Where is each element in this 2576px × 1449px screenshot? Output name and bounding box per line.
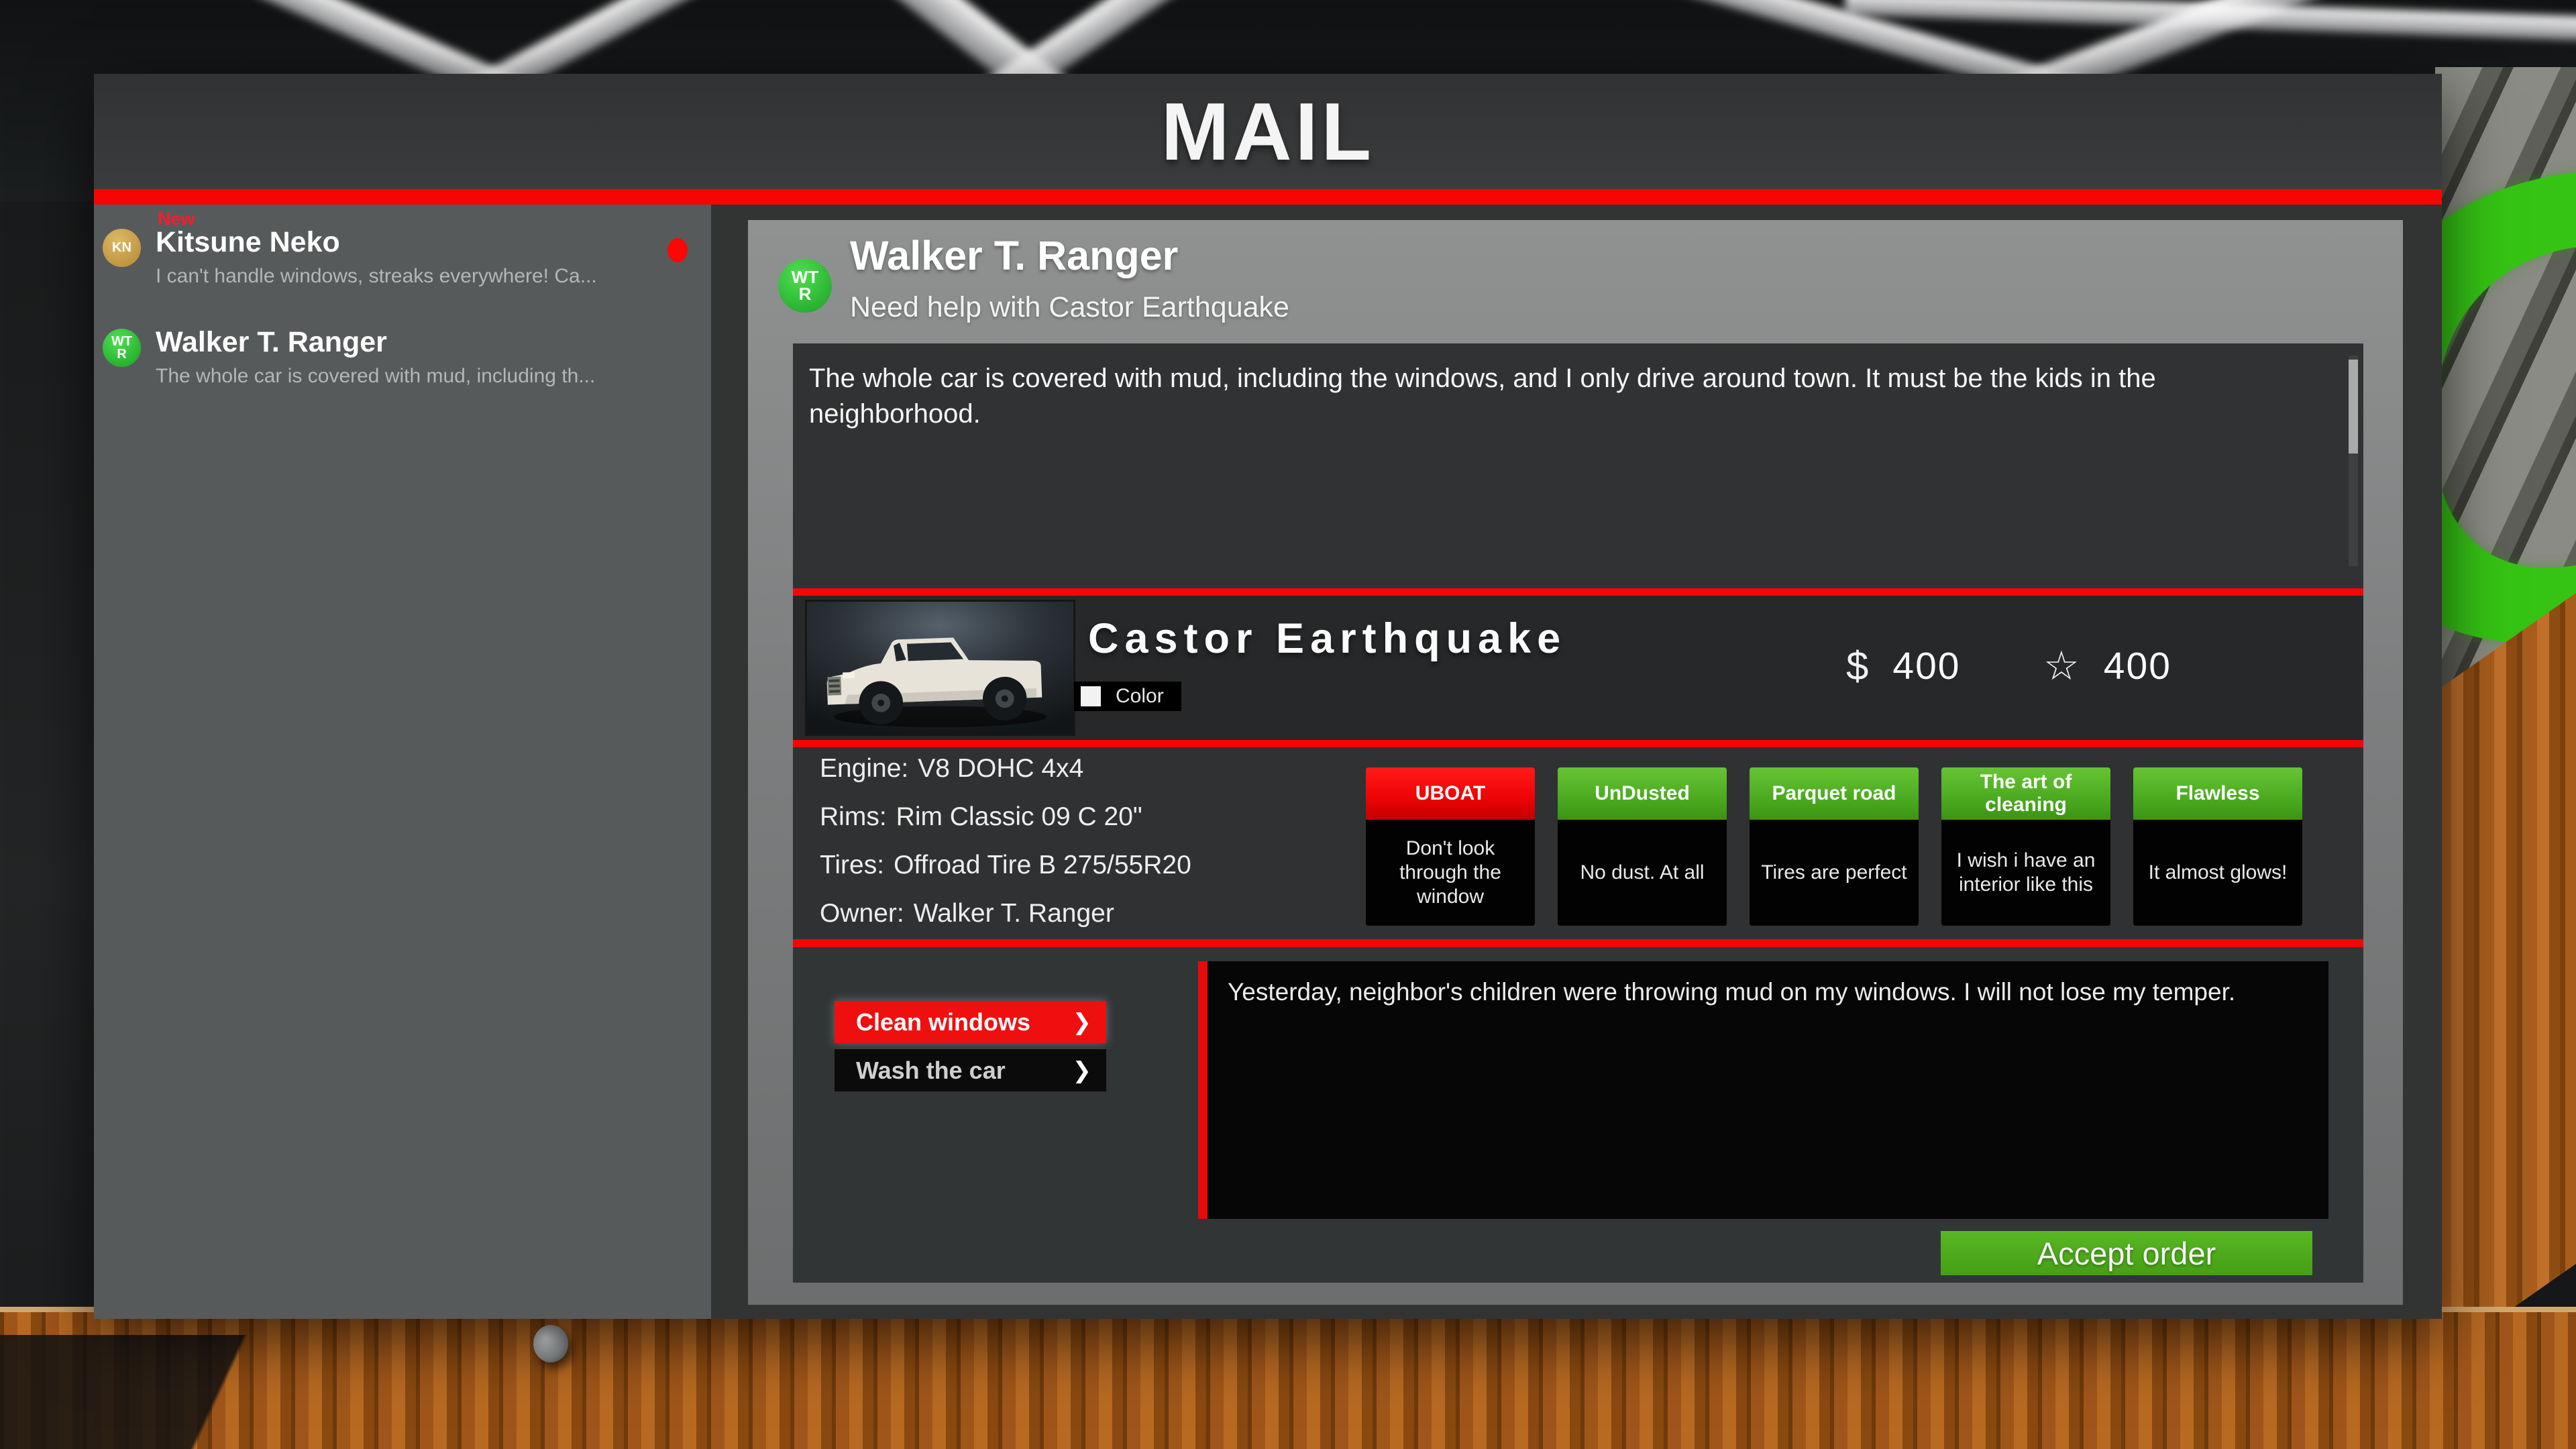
- price-reputation: ☆ 400: [2043, 643, 2171, 690]
- spec-tires: Tires: Offroad Tire B 275/55R20: [820, 851, 1191, 879]
- color-chip: Color: [1074, 682, 1181, 711]
- background-wall-left: [0, 201, 101, 1342]
- note-text: Yesterday, neighbor's children were thro…: [1228, 978, 2236, 1006]
- spec-engine: Engine: V8 DOHC 4x4: [820, 754, 1084, 783]
- chevron-right-icon: ❯: [1072, 1009, 1092, 1035]
- car-specs: Engine: V8 DOHC 4x4 Rims: Rim Classic 09 C…: [820, 754, 1191, 947]
- avatar: KN: [103, 229, 141, 267]
- avatar-initials: WT R: [111, 333, 133, 362]
- cabinet-knob: [533, 1325, 568, 1362]
- task-list: Clean windows ❯ Wash the car ❯: [835, 1001, 1106, 1097]
- scrollbar[interactable]: [2349, 356, 2358, 566]
- perk-badge-art-of-cleaning: The art of cleaning I wish i have an int…: [1941, 767, 2110, 926]
- wood-cabinet-bottom: [0, 1307, 2576, 1449]
- mail-window: MAIL New KN Kitsune Neko I can't handle …: [94, 74, 2442, 1319]
- detail-subject: Need help with Castor Earthquake: [850, 291, 1289, 323]
- task-clean-windows-button[interactable]: Clean windows ❯: [835, 1001, 1106, 1043]
- color-label: Color: [1116, 685, 1164, 707]
- unread-dot-icon: [667, 238, 688, 262]
- star-icon: ☆: [2043, 643, 2080, 688]
- email-preview: I can't handle windows, streaks everywhe…: [156, 265, 597, 287]
- scrollbar-thumb[interactable]: [2349, 360, 2358, 453]
- main-area: WT R Walker T. Ranger Need help with Cas…: [711, 205, 2442, 1319]
- price-value: 400: [1892, 644, 1961, 688]
- car-details-row: Engine: V8 DOHC 4x4 Rims: Rim Classic 09 C…: [793, 747, 2363, 939]
- email-list: New KN Kitsune Neko I can't handle windo…: [94, 205, 711, 1319]
- message-body: The whole car is covered with mud, inclu…: [793, 343, 2363, 578]
- car-image: [805, 600, 1075, 736]
- avatar-initials: KN: [112, 240, 131, 255]
- accept-order-button[interactable]: Accept order: [1941, 1231, 2312, 1275]
- avatar-initials: WT R: [791, 267, 819, 304]
- email-list-item-walker-t-ranger[interactable]: WT R Walker T. Ranger The whole car is c…: [94, 309, 711, 409]
- perk-badge-undusted: UnDusted No dust. At all: [1558, 767, 1727, 926]
- screen: G MAIL New KN Kitsune Neko I can't handl…: [0, 0, 2576, 1449]
- shadow: [0, 1335, 349, 1449]
- email-detail-panel: WT R Walker T. Ranger Need help with Cas…: [748, 220, 2403, 1305]
- tasks-area: Clean windows ❯ Wash the car ❯ Yesterday…: [793, 947, 2363, 1283]
- pickup-truck-illustration: [807, 602, 1073, 734]
- message-text: The whole car is covered with mud, inclu…: [809, 364, 2156, 429]
- section-divider: [793, 939, 2363, 947]
- color-swatch-icon: [1081, 686, 1101, 706]
- perk-badge-uboat: UBOAT Don't look through the window: [1366, 767, 1535, 926]
- chevron-right-icon: ❯: [1072, 1057, 1092, 1083]
- perk-badge-parquet-road: Parquet road Tires are perfect: [1750, 767, 1919, 926]
- email-preview: The whole car is covered with mud, inclu…: [156, 365, 596, 387]
- car-card: Castor Earthquake Color $ 400 ☆ 400: [793, 588, 2363, 747]
- detail-content: The whole car is covered with mud, inclu…: [793, 343, 2363, 1283]
- avatar: WT R: [103, 329, 141, 367]
- email-sender-name: Kitsune Neko: [156, 226, 340, 258]
- email-list-item-kitsune-neko[interactable]: New KN Kitsune Neko I can't handle windo…: [94, 209, 711, 309]
- car-name: Castor Earthquake: [1088, 615, 1567, 662]
- dollar-icon: $: [1846, 643, 1869, 688]
- avatar: WT R: [778, 259, 832, 313]
- task-wash-the-car-button[interactable]: Wash the car ❯: [835, 1049, 1106, 1091]
- perk-badge-flawless: Flawless It almost glows!: [2133, 767, 2302, 926]
- spec-rims: Rims: Rim Classic 09 C 20": [820, 802, 1142, 831]
- perk-badges: UBOAT Don't look through the window UnDu…: [1366, 767, 2302, 926]
- detail-sender-name: Walker T. Ranger: [850, 233, 1179, 278]
- reputation-value: 400: [2103, 645, 2171, 688]
- email-sender-name: Walker T. Ranger: [156, 326, 387, 358]
- price-money: $ 400: [1846, 643, 1960, 689]
- page-title: MAIL: [1161, 86, 1375, 177]
- mail-header: MAIL: [94, 74, 2442, 189]
- note-field[interactable]: Yesterday, neighbor's children were thro…: [1198, 961, 2328, 1219]
- header-divider: [94, 189, 2442, 205]
